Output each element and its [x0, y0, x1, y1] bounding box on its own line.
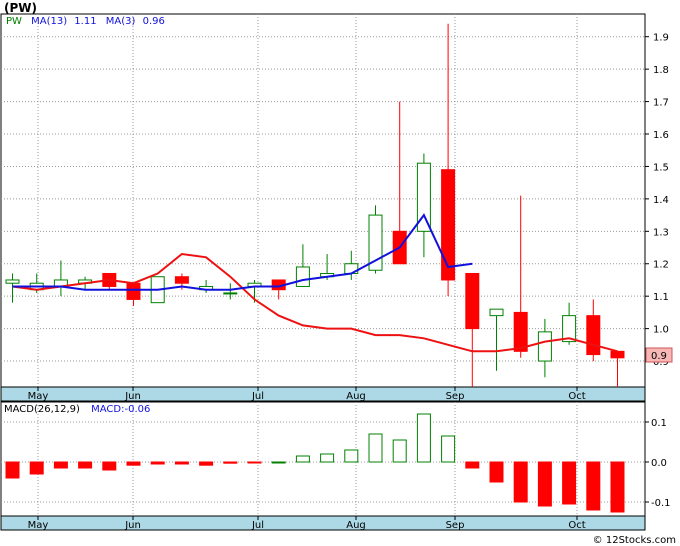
macd-month-label: Sep: [446, 520, 465, 531]
macd-bar: [271, 461, 286, 464]
stock-chart: 0.9 1.0 1.1 1.2 1.3 1.4 1.5 1.6 1.7 1.8 1.9 May Jun J…: [0, 1, 676, 546]
macd-month-label: Jul: [251, 520, 264, 531]
price-y-tick-label: 1.8: [653, 65, 669, 76]
macd-bar: [53, 461, 68, 469]
legend-symbol: PW: [6, 16, 22, 27]
price-plot-frame: [0, 13, 646, 388]
macd-bar: [586, 461, 601, 511]
candle-body: [223, 292, 238, 295]
candle-body: [174, 276, 189, 284]
chart-title: (PW): [4, 1, 37, 15]
macd-bar: [102, 461, 117, 471]
macd-bar: [5, 461, 20, 479]
candle-body: [5, 279, 20, 284]
macd-bar: [199, 461, 214, 466]
macd-legend-label: MACD(26,12,9): [4, 404, 80, 415]
macd-bar: [562, 461, 577, 505]
macd-panel: -0.1 0.0 0.1 May Jun Jul Aug Sep Oct: [0, 401, 671, 531]
last-price-tag: 0.9: [651, 351, 667, 362]
macd-bar: [489, 461, 504, 483]
candle-body: [537, 331, 552, 362]
price-month-label: Jul: [251, 391, 264, 402]
candle-body: [126, 282, 141, 300]
price-y-tick-label: 1.2: [653, 260, 669, 271]
price-month-label: May: [28, 391, 49, 402]
macd-bar: [223, 461, 238, 464]
price-y-tick-label: 1.6: [653, 130, 669, 141]
legend-ma13-value: 1.11: [74, 16, 96, 27]
macd-month-label: May: [28, 520, 49, 531]
watermark: © 12Stocks.com: [593, 535, 676, 546]
macd-bar: [174, 461, 189, 465]
macd-bar: [465, 461, 480, 469]
macd-bar: [416, 413, 431, 463]
macd-month-label: Jun: [124, 520, 141, 531]
candle-body: [586, 315, 601, 356]
macd-bar: [344, 449, 359, 463]
price-y-tick-label: 1.3: [653, 227, 669, 238]
price-panel: 0.9 1.0 1.1 1.2 1.3 1.4 1.5 1.6 1.7 1.8 1.9 May Jun J…: [0, 13, 669, 402]
macd-bar: [441, 435, 456, 463]
price-month-label: Aug: [346, 391, 366, 402]
macd-bar: [537, 461, 552, 507]
legend-ma13-label: MA(13): [31, 16, 67, 27]
macd-y-tick-label: 0.1: [651, 418, 667, 429]
price-y-tick-label: 1.7: [653, 98, 669, 109]
price-y-tick-label: 1.1: [653, 292, 669, 303]
macd-bar: [610, 461, 625, 513]
price-y-tick-label: 1.9: [653, 33, 669, 44]
macd-bar: [29, 461, 44, 475]
price-month-label: Jun: [124, 391, 141, 402]
macd-bar: [368, 433, 383, 463]
macd-bar: [513, 461, 528, 503]
macd-bar: [320, 453, 335, 463]
macd-bar: [126, 461, 141, 466]
candle-body: [441, 169, 456, 281]
macd-bar: [295, 455, 310, 463]
macd-month-band: [0, 515, 646, 531]
macd-bar: [150, 461, 165, 465]
macd-bar: [392, 439, 407, 463]
price-month-label: Oct: [568, 391, 585, 402]
candle-body: [295, 266, 310, 287]
price-y-tick-label: 1.0: [653, 325, 669, 336]
macd-month-label: Oct: [568, 520, 585, 531]
price-y-tick-label: 1.4: [653, 195, 669, 206]
legend-ma3-value: 0.96: [143, 16, 165, 27]
price-month-band: [0, 386, 646, 402]
price-y-tick-label: 1.5: [653, 162, 669, 173]
candle-body: [489, 308, 504, 317]
candle-body: [465, 272, 480, 330]
macd-bar: [78, 461, 93, 469]
macd-y-tick-label: 0.0: [651, 458, 667, 469]
macd-legend-value: MACD:-0.06: [91, 404, 150, 415]
candle-body: [513, 311, 528, 352]
legend-ma3-label: MA(3): [106, 16, 136, 27]
macd-month-label: Aug: [346, 520, 366, 531]
macd-y-tick-label: -0.1: [651, 498, 671, 509]
macd-bar: [247, 461, 262, 464]
macd-legend: MACD(26,12,9) MACD:-0.06: [4, 404, 150, 415]
candle-body: [610, 350, 625, 359]
price-month-label: Sep: [446, 391, 465, 402]
